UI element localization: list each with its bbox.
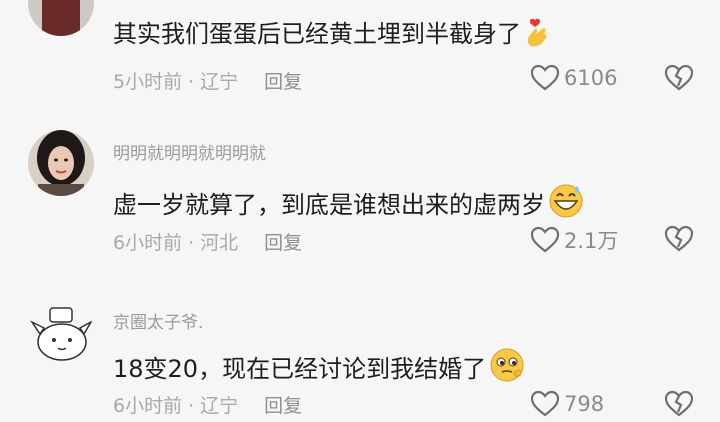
reply-button[interactable]: 回复 bbox=[264, 395, 302, 417]
dislike-button[interactable] bbox=[664, 390, 694, 422]
heart-outline-icon bbox=[530, 64, 560, 91]
comment-text: 虚一岁就算了，到底是谁想出来的虚两岁 bbox=[113, 181, 585, 220]
comment-time: 6小时前 bbox=[113, 232, 183, 254]
like-count: 798 bbox=[564, 392, 605, 416]
comment-meta: 6小时前 · 河北 回复 bbox=[113, 232, 303, 254]
avatar[interactable] bbox=[28, 0, 94, 36]
comment-text: 18变20，现在已经讨论到我结婚了 bbox=[113, 345, 526, 384]
comment-time: 5小时前 bbox=[113, 71, 183, 93]
sweat-grin-emoji bbox=[547, 181, 585, 219]
like-button[interactable]: 6106 bbox=[530, 64, 617, 92]
peek-face-emoji bbox=[488, 345, 526, 383]
comment-time: 6小时前 bbox=[113, 395, 183, 417]
comment-text: 其实我们蛋蛋后已经黄土埋到半截身了 bbox=[113, 14, 555, 49]
like-count: 6106 bbox=[564, 66, 618, 90]
reply-button[interactable]: 回复 bbox=[264, 232, 302, 254]
broken-heart-icon bbox=[664, 390, 694, 417]
like-button[interactable]: 798 bbox=[530, 390, 604, 418]
avatar[interactable] bbox=[28, 130, 94, 196]
dislike-button[interactable] bbox=[664, 225, 694, 257]
like-button[interactable]: 2.1万 bbox=[530, 225, 618, 255]
heart-outline-icon bbox=[530, 226, 560, 253]
heart-outline-icon bbox=[530, 390, 560, 417]
username[interactable]: 京圈太子爷. bbox=[113, 308, 203, 333]
reply-button[interactable]: 回复 bbox=[264, 71, 302, 93]
comment-meta: 5小时前 · 辽宁 回复 bbox=[113, 71, 303, 93]
like-count: 2.1万 bbox=[564, 229, 619, 253]
username[interactable]: 明明就明明就明明就 bbox=[113, 139, 266, 164]
avatar[interactable] bbox=[28, 300, 94, 366]
broken-heart-icon bbox=[664, 225, 694, 252]
finger-heart-emoji bbox=[523, 16, 555, 48]
comment-location: 辽宁 bbox=[200, 395, 239, 417]
comment-location: 河北 bbox=[200, 232, 239, 254]
dislike-button[interactable] bbox=[664, 64, 694, 96]
comment-location: 辽宁 bbox=[200, 71, 239, 93]
broken-heart-icon bbox=[664, 64, 694, 91]
